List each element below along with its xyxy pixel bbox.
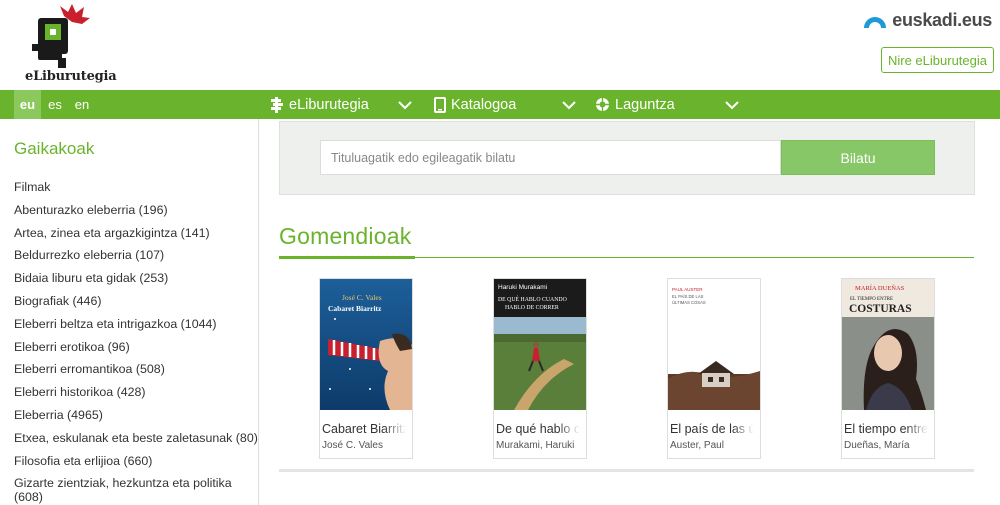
category-item[interactable]: Filosofia eta erlijioa (660) [14,454,258,477]
nav-katalogoa-label: Katalogoa [451,96,517,113]
lang-eu[interactable]: eu [14,90,41,119]
nav-laguntza-label: Laguntza [615,96,675,113]
euskadi-text: euskadi.eus [892,10,992,30]
category-item[interactable]: Eleberri erotikoa (96) [14,340,258,363]
cover-title: HABLO DE CORRER [505,305,559,311]
category-item[interactable]: Etxea, eskulanak eta beste zaletasunak (… [14,431,258,454]
category-item[interactable]: Biografiak (446) [14,294,258,317]
nav-eliburutegia-label: eLiburutegia [289,96,369,113]
book-author: Auster, Paul [670,440,724,451]
category-item[interactable]: Gizarte zientziak, hezkuntza eta politik… [14,476,244,504]
cover-author: PAUL AUSTER [672,287,703,292]
book-cover: MARÍA DUEÑAS EL TIEMPO ENTRE COSTURAS [842,279,934,410]
category-item[interactable]: Abenturazko eleberria (196) [14,203,258,226]
lifebuoy-icon [596,98,609,111]
sidebar: Gaikakoak Filmak Abenturazko eleberria (… [0,119,259,505]
cover-title: EL TIEMPO ENTRE [850,297,893,302]
nav-katalogoa[interactable]: Katalogoa [434,90,516,119]
nav-laguntza[interactable]: Laguntza [595,90,675,119]
section-divider-accent [279,256,415,259]
category-item[interactable]: Beldurrezko eleberria (107) [14,248,258,271]
book-author: José C. Vales [322,440,383,451]
nire-eliburutegia-button[interactable]: Nire eLiburutegia [881,47,994,73]
book-card[interactable]: MARÍA DUEÑAS EL TIEMPO ENTRE COSTURAS El… [841,278,935,459]
category-item[interactable]: Bidaia liburu eta gidak (253) [14,271,258,294]
lang-es[interactable]: es [45,90,65,119]
chevron-down-icon[interactable] [724,99,740,111]
sidebar-title: Gaikakoak [14,139,95,158]
search-panel: Bilatu [279,121,975,195]
chevron-down-icon[interactable] [397,99,413,111]
search-button[interactable]: Bilatu [781,140,935,175]
book-title: El tiempo entre costuras [844,422,928,436]
book-card[interactable]: Haruki Murakami DE QUÉ HABLO CUANDO HABL… [493,278,587,459]
book-card[interactable]: PAUL AUSTER EL PAÍS DE LAS ÚLTIMAS COSAS… [667,278,761,459]
cover-title: EL PAÍS DE LAS [672,294,704,299]
cover-author: Haruki Murakami [498,284,547,291]
book-card[interactable]: José C. Vales Cabaret Biarritz Cabaret B… [319,278,413,459]
category-item[interactable]: Eleberri beltza eta intrigazkoa (1044) [14,317,258,340]
nav-eliburutegia[interactable]: eLiburutegia [270,90,369,119]
cover-title: COSTURAS [849,303,912,315]
header: eLiburutegia euskadi.eus Nire eLiburuteg… [0,0,1000,90]
cover-author: José C. Vales [342,293,382,302]
book-cover: José C. Vales Cabaret Biarritz [320,279,412,410]
section-bottom-divider [279,469,974,472]
search-input[interactable] [320,140,781,175]
recommendations-title: Gomendioak [279,223,412,249]
book-cover: Haruki Murakami DE QUÉ HABLO CUANDO HABL… [494,279,586,410]
book-author: Murakami, Haruki [496,440,575,451]
logo-text: eLiburutegia [25,69,117,84]
category-item[interactable]: Eleberria (4965) [14,408,258,431]
book-title: De qué hablo cuando hablo de correr [496,422,580,436]
category-item[interactable]: Eleberri erromantikoa (508) [14,362,258,385]
category-item[interactable]: Artea, zinea eta argazkigintza (141) [14,226,258,249]
category-item[interactable]: Filmak [14,180,258,203]
cover-title: ÚLTIMAS COSAS [672,300,706,305]
tablet-icon [434,96,446,113]
cover-author: MARÍA DUEÑAS [855,284,905,292]
category-list: Filmak Abenturazko eleberria (196) Artea… [14,180,258,504]
book-stack-icon [271,96,283,113]
lang-en[interactable]: en [72,90,92,119]
category-item[interactable]: Eleberri historikoa (428) [14,385,258,408]
book-cover: PAUL AUSTER EL PAÍS DE LAS ÚLTIMAS COSAS [668,279,760,410]
chevron-down-icon[interactable] [561,99,577,111]
book-title: Cabaret Biarritz [322,422,406,436]
main-navbar: eu es en eLiburutegia Katalogoa Laguntza [0,90,1000,119]
euskadi-link[interactable]: euskadi.eus [862,10,992,31]
euskadi-logo-icon [864,16,887,28]
cover-title: DE QUÉ HABLO CUANDO [498,295,567,303]
book-author: Dueñas, María [844,440,910,451]
book-title: El país de las últimas cosas [670,422,754,436]
cover-title: Cabaret Biarritz [328,304,382,313]
